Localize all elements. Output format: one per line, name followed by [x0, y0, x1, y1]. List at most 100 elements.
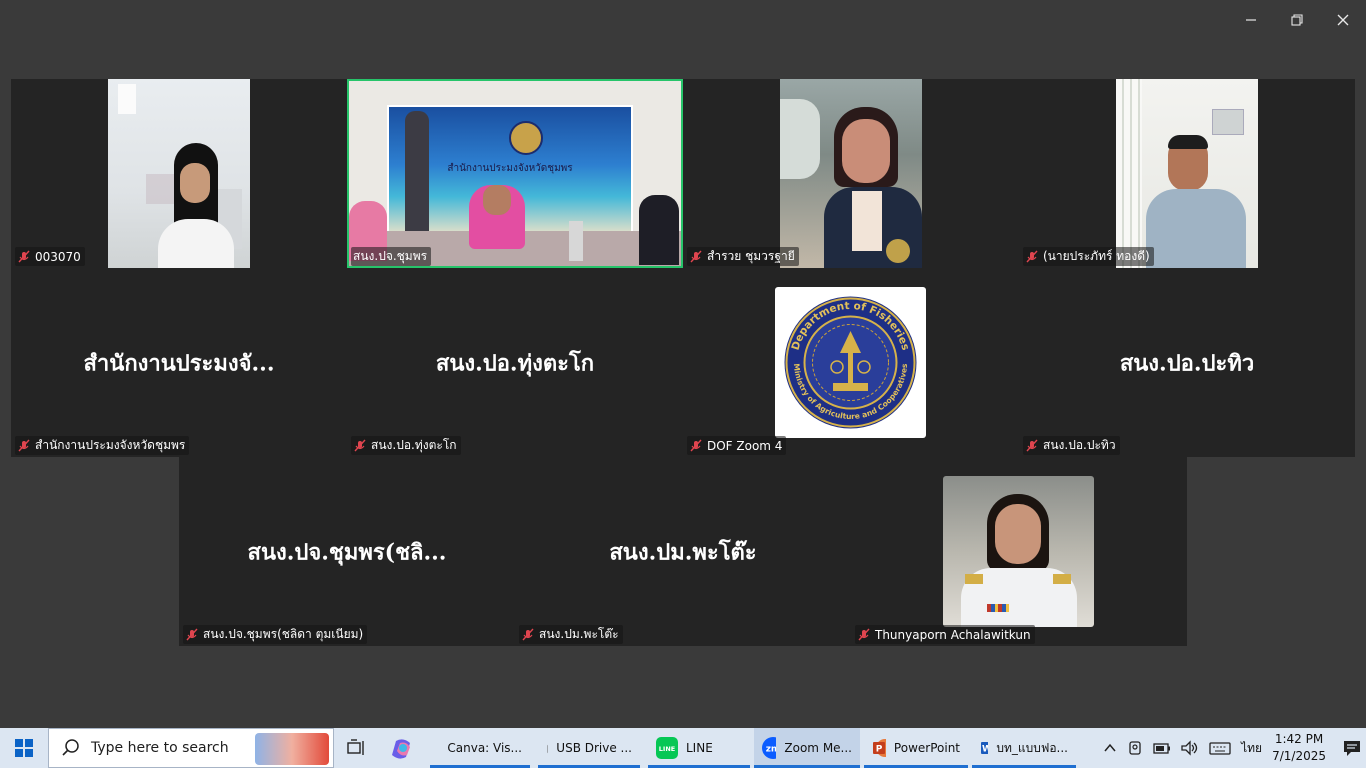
copilot-icon: [392, 739, 410, 759]
profile-picture: [943, 476, 1094, 627]
taskbar-app-line[interactable]: LINE LINE: [648, 728, 750, 768]
start-button[interactable]: [0, 728, 48, 768]
svg-text:zm: zm: [766, 745, 777, 755]
participant-name-tag: สนง.ปอ.ทุ่งตะโก: [351, 436, 461, 455]
participant-tile-9[interactable]: สนง.ปจ.ชุมพร(ชลิ... สนง.ปจ.ชุมพร(ชลิดา ต…: [179, 457, 515, 646]
participant-display-name: สนง.ปจ.ชุมพร(ชลิ...: [247, 539, 447, 565]
participant-tile-5[interactable]: สำนักงานประมงจั... สำนักงานประมงจังหวัดช…: [11, 268, 347, 457]
participant-tile-2[interactable]: สำนักงานประมงจังหวัดชุมพร สนง.ปจ.ชุมพร: [347, 79, 683, 268]
usb-drive-icon: [547, 744, 549, 754]
participant-display-name: สนง.ปอ.ปะทิว: [1119, 350, 1255, 376]
taskbar-search-box[interactable]: Type here to search: [48, 728, 334, 768]
participant-tile-7[interactable]: Department of Fisheries Ministry of Agri…: [683, 268, 1019, 457]
minimize-button[interactable]: [1228, 4, 1274, 36]
participant-name-tag: สนง.ปม.พะโต๊ะ: [519, 625, 623, 644]
participant-name: สำนักงานประมงจังหวัดชุมพร: [35, 438, 186, 452]
muted-mic-icon: [522, 628, 534, 640]
taskbar-app-zoom[interactable]: zm Zoom Me...: [754, 728, 860, 768]
zoom-icon: zm: [762, 737, 777, 759]
camera-icon[interactable]: [1127, 740, 1143, 756]
muted-mic-icon: [858, 628, 870, 640]
chevron-up-icon[interactable]: [1103, 741, 1117, 755]
participant-tile-3[interactable]: สำรวย ชุมวรฐายี: [683, 79, 1019, 268]
search-highlight-image: [255, 733, 329, 765]
battery-icon[interactable]: [1153, 740, 1171, 756]
participant-name-tag: สนง.ปอ.ปะทิว: [1023, 436, 1120, 455]
participant-name: 003070: [35, 249, 81, 264]
restore-button[interactable]: [1274, 4, 1320, 36]
search-icon: [62, 739, 79, 756]
app-label: USB Drive ...: [556, 741, 632, 755]
powerpoint-icon: P: [873, 739, 886, 757]
participant-name-tag: Thunyaporn Achalawitkun: [855, 625, 1035, 644]
participant-tile-11[interactable]: Thunyaporn Achalawitkun: [851, 457, 1187, 646]
muted-mic-icon: [18, 250, 30, 262]
participant-tile-8[interactable]: สนง.ปอ.ปะทิว สนง.ปอ.ปะทิว: [1019, 268, 1355, 457]
participant-name: Thunyaporn Achalawitkun: [875, 627, 1031, 642]
participant-name-tag: สนง.ปจ.ชุมพร: [351, 247, 432, 266]
muted-mic-icon: [690, 250, 702, 262]
participant-name: สนง.ปอ.ทุ่งตะโก: [371, 438, 457, 452]
participant-name-tag: 003070: [15, 247, 85, 266]
participant-name-tag: DOF Zoom 4: [687, 436, 787, 455]
task-view-icon: [347, 739, 364, 755]
participant-video: [1116, 79, 1258, 268]
app-label: PowerPoint: [893, 741, 960, 755]
taskbar-app-canva[interactable]: Canva: Vis...: [430, 728, 530, 768]
muted-mic-icon: [18, 439, 30, 451]
participant-name-tag: สนง.ปจ.ชุมพร(ชลิดา ตุมเนียม): [183, 625, 368, 644]
restore-icon: [1291, 14, 1303, 26]
muted-mic-icon: [186, 628, 198, 640]
participant-name: สนง.ปอ.ปะทิว: [1043, 438, 1116, 452]
muted-mic-icon: [690, 439, 702, 451]
volume-icon[interactable]: [1181, 740, 1199, 756]
participant-tile-1[interactable]: 003070: [11, 79, 347, 268]
close-button[interactable]: [1320, 4, 1366, 36]
participant-name: สำรวย ชุมวรฐายี: [707, 249, 795, 263]
participant-name-tag: (นายประภัทร์ ทองดี): [1023, 247, 1154, 266]
participant-tile-4[interactable]: (นายประภัทร์ ทองดี): [1019, 79, 1355, 268]
close-icon: [1337, 14, 1349, 26]
participant-video: [108, 79, 250, 268]
copilot-button[interactable]: [380, 728, 426, 768]
app-label: LINE: [686, 741, 713, 755]
participant-name: สนง.ปม.พะโต๊ะ: [539, 627, 619, 641]
line-icon: LINE: [656, 737, 678, 759]
department-of-fisheries-logo: Department of Fisheries Ministry of Agri…: [784, 296, 917, 429]
profile-picture: Department of Fisheries Ministry of Agri…: [775, 287, 926, 438]
keyboard-icon[interactable]: [1209, 740, 1231, 756]
taskbar-app-powerpoint[interactable]: P PowerPoint: [864, 728, 968, 768]
muted-mic-icon: [354, 439, 366, 451]
taskbar: Type here to search Canva: Vis... USB Dr…: [0, 728, 1366, 768]
search-placeholder: Type here to search: [91, 740, 229, 756]
participant-name: สนง.ปจ.ชุมพร: [353, 249, 428, 263]
app-label: Zoom Me...: [784, 741, 852, 755]
participant-display-name: สำนักงานประมงจั...: [83, 350, 275, 376]
app-label: Canva: Vis...: [447, 741, 522, 755]
app-label: บท_แบบฟอ...: [996, 740, 1068, 755]
clock-date: 7/1/2025: [1272, 749, 1326, 763]
participant-tile-6[interactable]: สนง.ปอ.ทุ่งตะโก สนง.ปอ.ทุ่งตะโก: [347, 268, 683, 457]
muted-mic-icon: [1026, 250, 1038, 262]
participant-tile-10[interactable]: สนง.ปม.พะโต๊ะ สนง.ปม.พะโต๊ะ: [515, 457, 851, 646]
system-tray: ไทย 1:42 PM 7/1/2025: [1103, 728, 1366, 768]
participant-display-name: สนง.ปอ.ทุ่งตะโก: [435, 350, 595, 376]
taskbar-app-usb-drive[interactable]: USB Drive ...: [538, 728, 640, 768]
word-icon: W: [981, 739, 989, 757]
participant-name: (นายประภัทร์ ทองดี): [1043, 249, 1150, 263]
taskbar-app-word[interactable]: W บท_แบบฟอ...: [972, 728, 1076, 768]
participant-name: สนง.ปจ.ชุมพร(ชลิดา ตุมเนียม): [203, 627, 364, 641]
clock[interactable]: 1:42 PM 7/1/2025: [1272, 731, 1326, 765]
clock-time: 1:42 PM: [1274, 732, 1324, 746]
participant-display-name: สนง.ปม.พะโต๊ะ: [609, 539, 757, 565]
input-language[interactable]: ไทย: [1241, 739, 1262, 758]
muted-mic-icon: [1026, 439, 1038, 451]
participant-video: [780, 79, 922, 268]
notifications-icon[interactable]: [1342, 739, 1362, 757]
task-view-button[interactable]: [334, 728, 380, 768]
svg-text:LINE: LINE: [659, 745, 675, 753]
windows-icon: [15, 739, 33, 757]
participant-name: DOF Zoom 4: [707, 438, 783, 453]
svg-text:P: P: [876, 745, 883, 755]
participant-video: สำนักงานประมงจังหวัดชุมพร: [349, 81, 681, 266]
